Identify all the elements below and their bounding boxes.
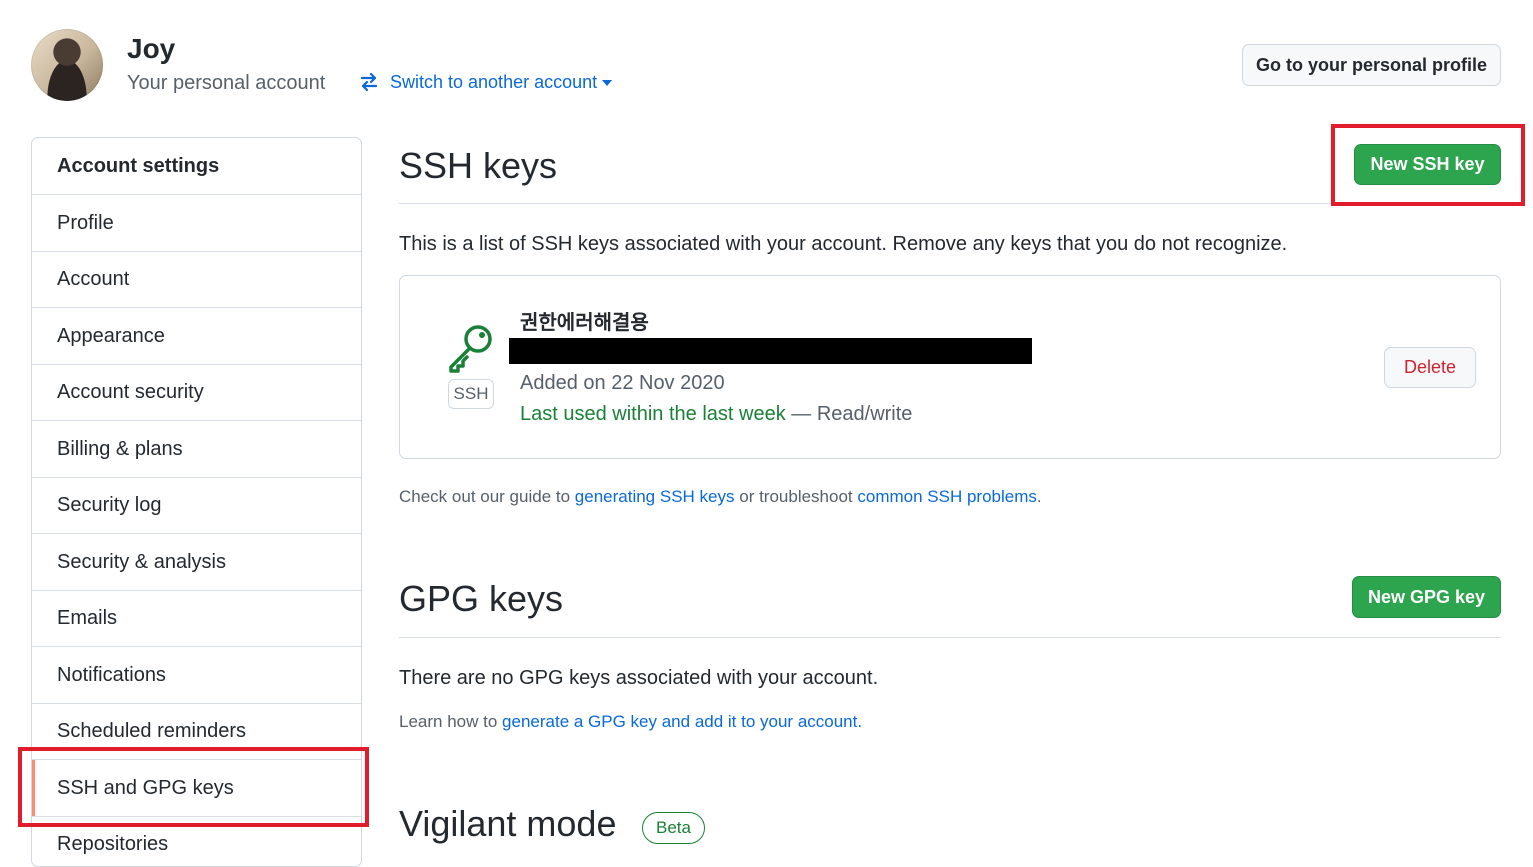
gpg-divider <box>399 637 1501 638</box>
sidebar-item-ssh-gpg-keys[interactable]: SSH and GPG keys <box>32 760 361 817</box>
user-name: Joy <box>127 33 176 64</box>
guide-suffix: . <box>1036 487 1042 506</box>
sidebar-item-appearance[interactable]: Appearance <box>32 308 361 365</box>
sidebar-item-repositories[interactable]: Repositories <box>32 817 361 866</box>
learn-prefix: Learn how to <box>399 712 498 731</box>
delete-ssh-key-button[interactable]: Delete <box>1384 347 1476 388</box>
sidebar-item-emails[interactable]: Emails <box>32 591 361 647</box>
ssh-key-last-used: Last used within the last week — Read/wr… <box>520 403 912 426</box>
access-level: — Read/write <box>791 403 913 425</box>
beta-badge: Beta <box>642 812 705 844</box>
ssh-divider <box>399 203 1501 204</box>
gpg-empty-text: There are no GPG keys associated with yo… <box>399 667 879 689</box>
ssh-key-title: 권한에러해결용 <box>520 310 649 334</box>
generating-ssh-keys-link[interactable]: generating SSH keys <box>575 487 735 506</box>
sidebar-item-scheduled-reminders[interactable]: Scheduled reminders <box>32 704 361 760</box>
settings-sidebar: Account settings Profile Account Appeara… <box>31 137 362 867</box>
last-used-text: Last used within the last week <box>520 403 786 425</box>
avatar[interactable] <box>31 29 103 101</box>
redacted-fingerprint <box>509 338 1032 364</box>
new-gpg-key-button[interactable]: New GPG key <box>1352 576 1501 618</box>
sidebar-item-account-security[interactable]: Account security <box>32 365 361 421</box>
gpg-learn-text: Learn how to generate a GPG key and add … <box>399 712 862 732</box>
account-type-label: Your personal account <box>127 72 326 94</box>
switch-account-label: Switch to another account <box>390 71 598 92</box>
sidebar-item-security-analysis[interactable]: Security & analysis <box>32 534 361 591</box>
ssh-key-card <box>399 275 1501 459</box>
sidebar-heading: Account settings <box>32 138 361 195</box>
learn-suffix: . <box>857 712 863 731</box>
ssh-type-label: SSH <box>448 379 494 409</box>
caret-down-icon <box>602 80 613 86</box>
switch-account-link[interactable]: Switch to another account <box>358 71 613 93</box>
vigilant-mode-heading: Vigilant mode <box>399 803 617 844</box>
key-icon <box>449 325 492 373</box>
generate-gpg-key-link[interactable]: generate a GPG key and add it to your ac… <box>502 712 857 731</box>
new-ssh-key-button[interactable]: New SSH key <box>1354 144 1501 185</box>
sidebar-item-notifications[interactable]: Notifications <box>32 647 361 704</box>
ssh-keys-heading: SSH keys <box>399 145 558 186</box>
arrow-switch-icon <box>360 72 378 92</box>
sidebar-item-account[interactable]: Account <box>32 252 361 308</box>
sidebar-item-profile[interactable]: Profile <box>32 195 361 252</box>
ssh-guide-text: Check out our guide to generating SSH ke… <box>399 487 1042 507</box>
common-ssh-problems-link[interactable]: common SSH problems <box>857 487 1037 506</box>
ssh-key-added-date: Added on 22 Nov 2020 <box>520 372 725 394</box>
gpg-keys-heading: GPG keys <box>399 578 564 619</box>
guide-middle: or troubleshoot <box>739 487 853 506</box>
ssh-description: This is a list of SSH keys associated wi… <box>399 233 1288 255</box>
go-to-profile-button[interactable]: Go to your personal profile <box>1242 44 1501 86</box>
sidebar-item-billing[interactable]: Billing & plans <box>32 421 361 478</box>
sidebar-item-security-log[interactable]: Security log <box>32 478 361 534</box>
guide-prefix: Check out our guide to <box>399 487 571 506</box>
